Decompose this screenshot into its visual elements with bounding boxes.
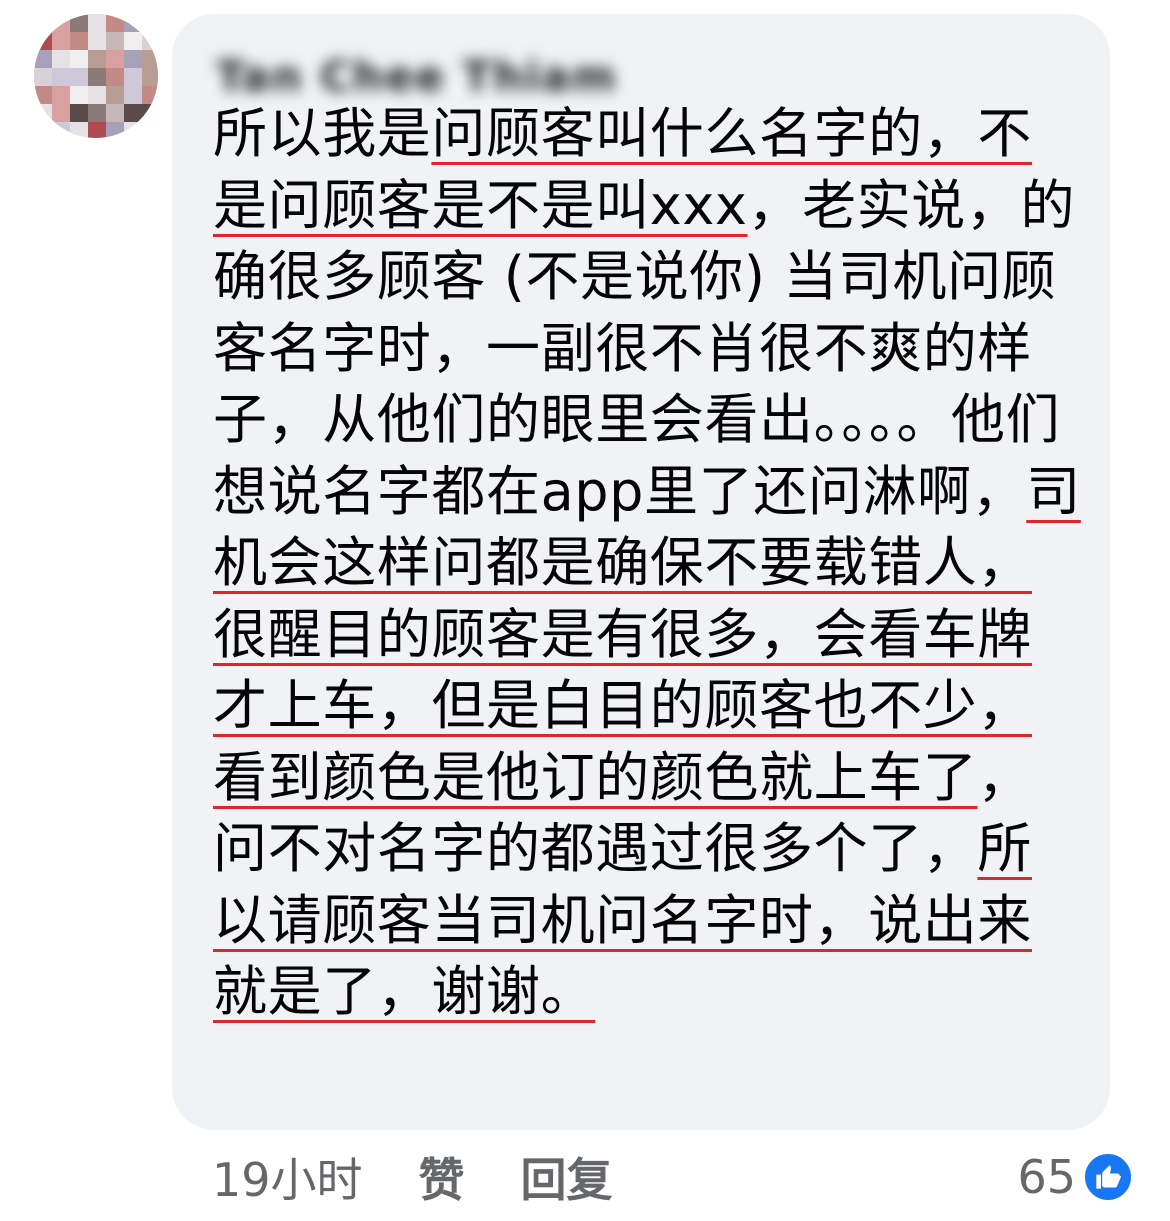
- avatar-pixel: [106, 14, 126, 34]
- avatar-pixel: [88, 14, 108, 34]
- avatar-pixel: [34, 50, 54, 70]
- avatar-pixel: [142, 86, 158, 106]
- avatar-pixel: [70, 50, 90, 70]
- avatar-pixel: [88, 122, 108, 138]
- avatar-pixel: [70, 122, 90, 138]
- avatar-pixel: [88, 86, 108, 106]
- comment: Tan Chee Thiam 所以我是问顾客叫什么名字的，不是问顾客是不是叫xx…: [0, 0, 1170, 1221]
- thumbs-up-icon: [1082, 1151, 1134, 1203]
- avatar-pixel: [106, 122, 126, 138]
- avatar-pixel: [124, 122, 144, 138]
- avatar-pixel: [34, 104, 54, 124]
- avatar-pixel: [34, 14, 54, 34]
- avatar-pixel: [52, 68, 72, 88]
- avatar-pixel: [124, 68, 144, 88]
- avatar-pixel: [106, 32, 126, 52]
- avatar-pixel: [124, 86, 144, 106]
- avatar-pixel: [88, 104, 108, 124]
- avatar-pixel: [34, 122, 54, 138]
- avatar-pixel: [70, 32, 90, 52]
- avatar-pixel: [88, 68, 108, 88]
- avatar-pixel: [142, 32, 158, 52]
- avatar-pixel: [142, 14, 158, 34]
- avatar-pixel: [88, 32, 108, 52]
- avatar-pixel: [124, 104, 144, 124]
- avatar-pixel: [124, 50, 144, 70]
- avatar-pixel: [52, 122, 72, 138]
- avatar-pixel: [70, 86, 90, 106]
- avatar-pixel: [70, 14, 90, 34]
- avatar-pixel: [124, 14, 144, 34]
- comment-text: 所以我是问顾客叫什么名字的，不是问顾客是不是叫xxx，老实说，的确很多顾客 (不…: [213, 98, 1083, 1028]
- avatar-pixel: [52, 104, 72, 124]
- avatar-pixel: [88, 50, 108, 70]
- avatar-pixel: [70, 104, 90, 124]
- avatar-pixel: [34, 68, 54, 88]
- reaction-summary[interactable]: 65: [1017, 1148, 1134, 1206]
- like-button[interactable]: 赞: [419, 1144, 465, 1210]
- avatar-pixel: [52, 86, 72, 106]
- avatar-pixel: [52, 14, 72, 34]
- avatar-pixel: [106, 50, 126, 70]
- reply-button[interactable]: 回复: [521, 1144, 613, 1210]
- avatar-pixel: [52, 50, 72, 70]
- avatar-pixel: [106, 104, 126, 124]
- comment-time[interactable]: 19小时: [212, 1144, 363, 1210]
- avatar-pixel: [106, 86, 126, 106]
- avatar-pixel: [52, 32, 72, 52]
- avatar[interactable]: [34, 14, 158, 138]
- thumbs-up-glyph: [1096, 1165, 1121, 1189]
- avatar-pixel: [142, 122, 158, 138]
- avatar-pixel: [34, 32, 54, 52]
- avatar-pixel: [34, 86, 54, 106]
- avatar-pixel: [70, 68, 90, 88]
- avatar-pixel: [106, 68, 126, 88]
- avatar-pixel: [142, 50, 158, 70]
- avatar-pixel: [124, 32, 144, 52]
- avatar-pixel: [142, 68, 158, 88]
- avatar-pixel: [142, 104, 158, 124]
- author-name[interactable]: Tan Chee Thiam: [216, 52, 617, 101]
- comment-actions: 19小时 赞 回复: [212, 1148, 613, 1207]
- comment-segment: 所以我是: [213, 102, 432, 165]
- reaction-count[interactable]: 65: [1017, 1150, 1076, 1204]
